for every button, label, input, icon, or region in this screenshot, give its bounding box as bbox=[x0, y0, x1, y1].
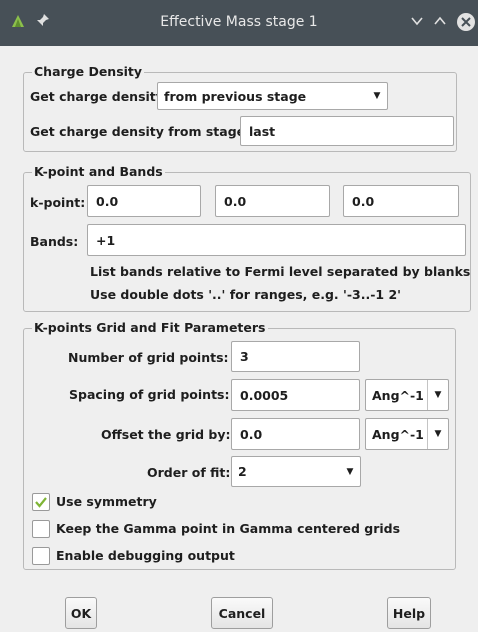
order-of-fit-select[interactable]: 2 ▼ bbox=[231, 456, 361, 487]
order-of-fit-value: 2 bbox=[238, 464, 247, 479]
offset-unit-select[interactable]: Ang^-1 ▼ bbox=[365, 418, 449, 450]
keep-gamma-label: Keep the Gamma point in Gamma centered g… bbox=[56, 521, 401, 536]
chevron-down-icon[interactable]: ▼ bbox=[427, 380, 448, 410]
chevron-down-icon[interactable]: ▼ bbox=[340, 457, 360, 486]
kpoint-x-value: 0.0 bbox=[96, 193, 119, 209]
order-of-fit-label: Order of fit: bbox=[147, 465, 231, 480]
offset-input[interactable]: 0.0 bbox=[231, 418, 360, 450]
use-symmetry-label: Use symmetry bbox=[56, 494, 157, 509]
spacing-label: Spacing of grid points: bbox=[69, 387, 230, 402]
spacing-unit-select[interactable]: Ang^-1 ▼ bbox=[365, 379, 449, 411]
spacing-value: 0.0005 bbox=[240, 387, 289, 403]
offset-value: 0.0 bbox=[240, 426, 263, 442]
charge-density-stage-input[interactable]: last bbox=[240, 116, 454, 146]
offset-unit-value: Ang^-1 bbox=[372, 426, 424, 442]
chevron-down-icon[interactable]: ▼ bbox=[427, 419, 448, 449]
grid-fit-legend: K-points Grid and Fit Parameters bbox=[32, 320, 268, 335]
charge-density-source-value: from previous stage bbox=[164, 88, 307, 104]
bands-help-note-2: Use double dots '..' for ranges, e.g. '-… bbox=[90, 287, 401, 302]
bands-help-note-1: List bands relative to Fermi level separ… bbox=[90, 264, 471, 279]
minimize-icon[interactable] bbox=[410, 14, 424, 32]
title-bar: Effective Mass stage 1 bbox=[0, 0, 478, 46]
charge-density-source-select[interactable]: from previous stage ▼ bbox=[157, 82, 388, 110]
kpoint-x-input[interactable]: 0.0 bbox=[87, 185, 201, 217]
kpoint-z-value: 0.0 bbox=[352, 193, 375, 209]
num-grid-points-value: 3 bbox=[240, 349, 249, 364]
maximize-icon[interactable] bbox=[433, 14, 447, 32]
keep-gamma-checkbox[interactable] bbox=[32, 520, 50, 538]
charge-density-legend: Charge Density bbox=[32, 64, 145, 79]
offset-label: Offset the grid by: bbox=[101, 427, 231, 442]
get-charge-density-label: Get charge density bbox=[30, 89, 164, 104]
chevron-down-icon[interactable]: ▼ bbox=[367, 83, 387, 109]
window-title: Effective Mass stage 1 bbox=[160, 14, 318, 30]
num-grid-points-input[interactable]: 3 bbox=[231, 341, 360, 372]
debug-output-checkbox[interactable] bbox=[32, 547, 50, 565]
bands-input[interactable]: +1 bbox=[87, 224, 466, 256]
kpoint-label: k-point: bbox=[30, 195, 86, 210]
kpoint-bands-legend: K-point and Bands bbox=[32, 164, 165, 179]
cancel-button[interactable]: Cancel bbox=[211, 597, 273, 629]
charge-density-stage-label: Get charge density from stage: bbox=[30, 124, 251, 139]
kpoint-y-value: 0.0 bbox=[224, 193, 247, 209]
charge-density-stage-value: last bbox=[249, 123, 276, 139]
ok-button[interactable]: OK bbox=[65, 597, 97, 629]
spacing-input[interactable]: 0.0005 bbox=[231, 379, 360, 411]
close-icon[interactable] bbox=[456, 12, 476, 36]
num-grid-points-label: Number of grid points: bbox=[68, 350, 229, 365]
help-button[interactable]: Help bbox=[387, 597, 431, 629]
bands-label: Bands: bbox=[30, 234, 79, 249]
debug-output-label: Enable debugging output bbox=[56, 548, 235, 563]
bands-value: +1 bbox=[96, 232, 116, 248]
kpoint-y-input[interactable]: 0.0 bbox=[215, 185, 330, 217]
checkmark-icon bbox=[35, 497, 47, 508]
use-symmetry-checkbox[interactable] bbox=[32, 493, 50, 511]
spacing-unit-value: Ang^-1 bbox=[372, 387, 424, 403]
kpoint-z-input[interactable]: 0.0 bbox=[343, 185, 459, 217]
